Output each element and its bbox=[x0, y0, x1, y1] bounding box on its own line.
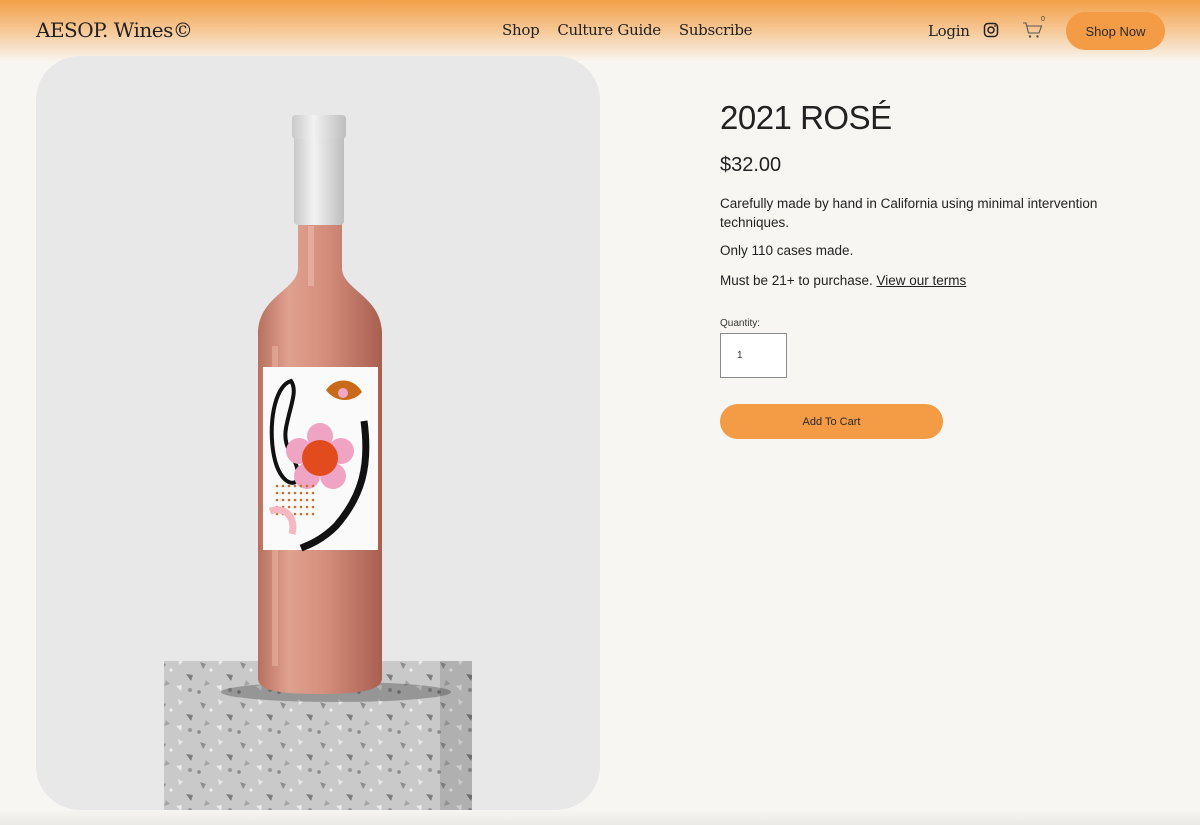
view-terms-link[interactable]: View our terms bbox=[876, 273, 966, 288]
age-notice-text: Must be 21+ to purchase. bbox=[720, 273, 873, 288]
nav-shop-link[interactable]: Shop bbox=[502, 21, 540, 39]
nav-culture-guide-link[interactable]: Culture Guide bbox=[557, 21, 661, 39]
quantity-input[interactable] bbox=[720, 333, 787, 378]
wine-bottle-illustration bbox=[164, 115, 472, 810]
main-nav: Shop Culture Guide Subscribe bbox=[502, 21, 753, 39]
product-title: 2021 ROSÉ bbox=[720, 99, 892, 136]
age-notice: Must be 21+ to purchase. View our terms bbox=[720, 273, 966, 288]
instagram-icon[interactable] bbox=[983, 22, 999, 38]
cart-icon[interactable] bbox=[1022, 21, 1044, 39]
product-description: Carefully made by hand in California usi… bbox=[720, 196, 1098, 230]
add-to-cart-button[interactable]: Add To Cart bbox=[720, 404, 943, 439]
login-link[interactable]: Login bbox=[928, 22, 970, 40]
shop-now-button[interactable]: Shop Now bbox=[1066, 12, 1165, 50]
product-image bbox=[36, 56, 600, 810]
nav-subscribe-link[interactable]: Subscribe bbox=[679, 21, 753, 39]
cart-count-badge: 0 bbox=[1041, 16, 1045, 23]
quantity-label: Quantity: bbox=[720, 318, 761, 329]
bottom-edge-shadow bbox=[0, 809, 1200, 825]
product-price: $32.00 bbox=[720, 154, 782, 176]
cases-made-text: Only 110 cases made. bbox=[720, 243, 854, 258]
brand-logo[interactable]: AESOP. Wines© bbox=[36, 18, 193, 42]
